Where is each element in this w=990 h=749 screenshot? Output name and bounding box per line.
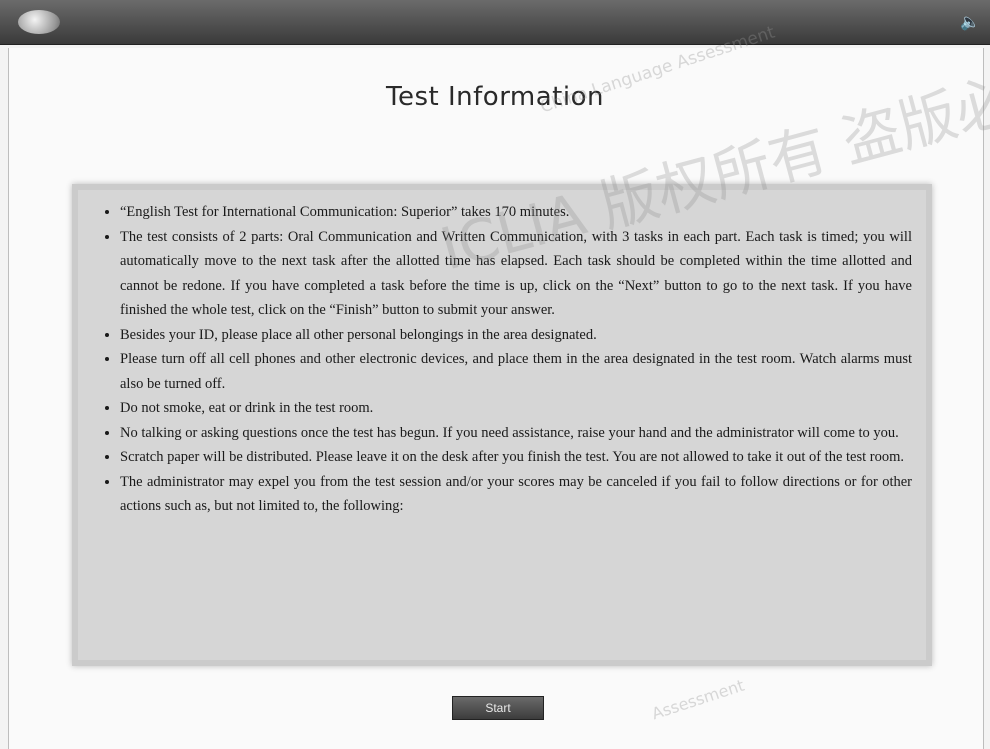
info-list: “English Test for International Communic… xyxy=(78,190,926,519)
speaker-icon[interactable]: 🔈 xyxy=(960,12,980,32)
top-bar: 🔈 xyxy=(0,0,990,45)
page-title: Test Information xyxy=(386,82,604,112)
list-item: Do not smoke, eat or drink in the test r… xyxy=(120,396,912,421)
test-information-panel: “English Test for International Communic… xyxy=(72,184,932,666)
list-item: Please turn off all cell phones and othe… xyxy=(120,347,912,396)
list-item: “English Test for International Communic… xyxy=(120,200,912,225)
logo-icon xyxy=(18,10,60,34)
list-item: Besides your ID, please place all other … xyxy=(120,323,912,348)
list-item: The administrator may expel you from the… xyxy=(120,470,912,519)
list-item: No talking or asking questions once the … xyxy=(120,421,912,446)
start-button[interactable]: Start xyxy=(452,696,544,720)
list-item: The test consists of 2 parts: Oral Commu… xyxy=(120,225,912,323)
list-item: Scratch paper will be distributed. Pleas… xyxy=(120,445,912,470)
